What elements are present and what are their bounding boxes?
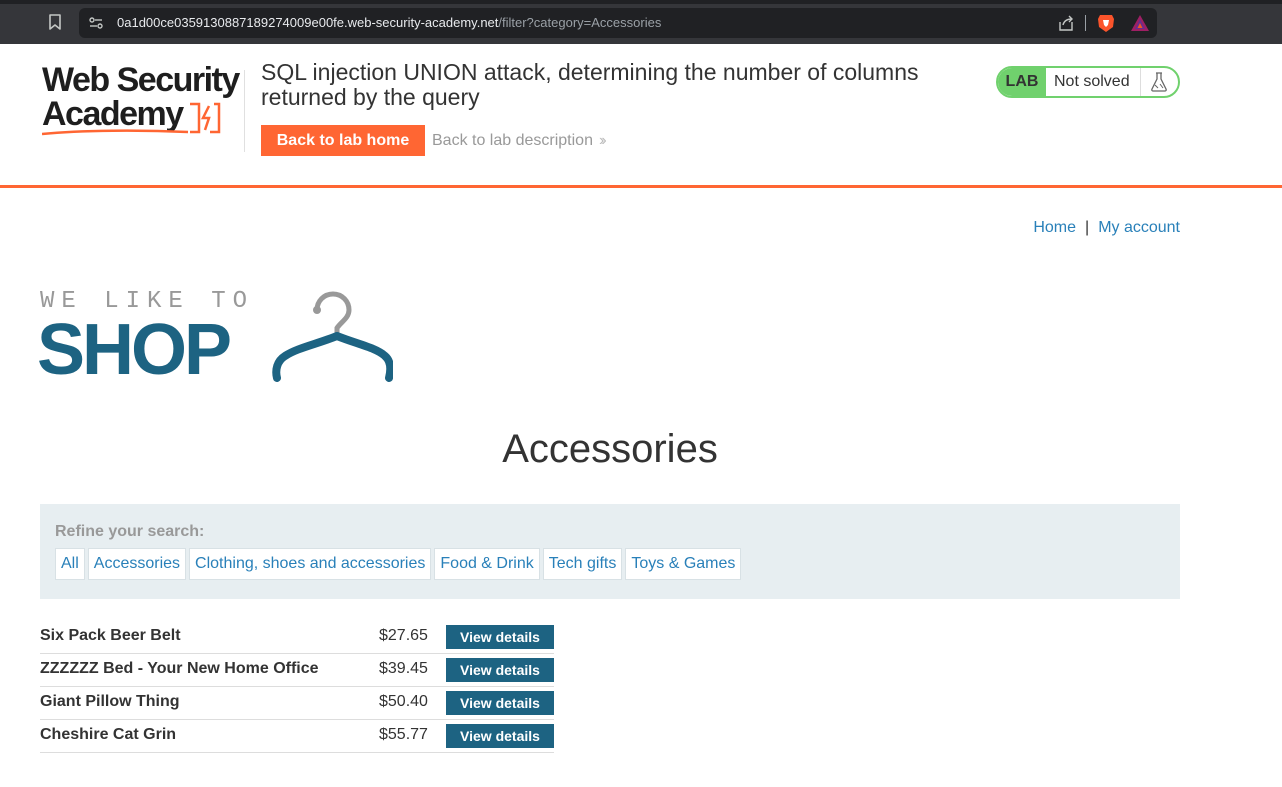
- double-chevron-right-icon: ››: [598, 132, 606, 149]
- lab-status-widget: LAB Not solved: [996, 66, 1180, 98]
- category-title: Accessories: [502, 427, 718, 471]
- product-name: Cheshire Cat Grin: [40, 726, 177, 743]
- back-to-lab-description-link[interactable]: Back to lab description ››: [432, 132, 606, 150]
- category-filter-toys-games[interactable]: Toys & Games: [625, 548, 742, 580]
- product-table: Six Pack Beer Belt $27.65 View details Z…: [40, 621, 554, 753]
- lab-badge: LAB: [998, 68, 1046, 96]
- view-details-button[interactable]: View details: [446, 691, 554, 715]
- tab-strip-edge: [0, 0, 1282, 4]
- browser-toolbar: 0a1d00ce0359130887189274009e00fe.web-sec…: [0, 0, 1282, 44]
- hanger-icon: [272, 291, 393, 382]
- shop-logo-word: SHOP: [37, 310, 232, 390]
- url-text[interactable]: 0a1d00ce0359130887189274009e00fe.web-sec…: [117, 15, 661, 30]
- category-filter-accessories[interactable]: Accessories: [87, 548, 187, 580]
- logo-line1: Web Security: [42, 61, 240, 99]
- category-filter-list: All Accessories Clothing, shoes and acce…: [55, 548, 742, 580]
- lab-status-text: Not solved: [1054, 73, 1130, 90]
- header-divider: [244, 70, 245, 152]
- top-navigation: Home | My account: [1033, 219, 1180, 237]
- product-name: Giant Pillow Thing: [40, 693, 180, 710]
- category-filter-clothing[interactable]: Clothing, shoes and accessories: [189, 548, 432, 580]
- product-price: $27.65: [379, 627, 428, 644]
- address-bar-divider: [1085, 15, 1086, 31]
- view-details-button[interactable]: View details: [446, 724, 554, 748]
- url-host: 0a1d00ce0359130887189274009e00fe.web-sec…: [117, 15, 499, 30]
- nav-separator: |: [1085, 219, 1090, 236]
- logo-underline: [42, 129, 189, 136]
- category-filter-all[interactable]: All: [55, 548, 85, 580]
- product-name: Six Pack Beer Belt: [40, 627, 181, 644]
- nav-my-account-link[interactable]: My account: [1098, 219, 1180, 236]
- brave-rewards-icon[interactable]: [1130, 14, 1150, 32]
- refine-label: Refine your search:: [55, 523, 205, 540]
- address-bar[interactable]: 0a1d00ce0359130887189274009e00fe.web-sec…: [79, 8, 1157, 38]
- academy-lab-header: Web Security Academy SQL injection UNION…: [0, 44, 1282, 188]
- lab-status-divider: [1140, 68, 1141, 96]
- filter-panel: Refine your search: All Accessories Clot…: [40, 504, 1180, 599]
- logo-bolt-icon: [190, 102, 221, 134]
- nav-home-link[interactable]: Home: [1033, 219, 1076, 236]
- share-icon[interactable]: [1057, 14, 1075, 32]
- flask-icon: [1151, 72, 1167, 92]
- product-price: $50.40: [379, 693, 428, 710]
- url-path: /filter?category=Accessories: [498, 15, 662, 30]
- product-price: $55.77: [379, 726, 428, 743]
- bookmark-icon[interactable]: [47, 13, 63, 31]
- logo-line2: Academy: [42, 95, 184, 133]
- view-details-button[interactable]: View details: [446, 625, 554, 649]
- table-row: Six Pack Beer Belt $27.65 View details: [40, 621, 554, 654]
- category-filter-food-drink[interactable]: Food & Drink: [434, 548, 540, 580]
- lab-title: SQL injection UNION attack, determining …: [261, 59, 919, 110]
- view-details-button[interactable]: View details: [446, 658, 554, 682]
- product-name: ZZZZZZ Bed - Your New Home Office: [40, 660, 319, 677]
- site-info-icon[interactable]: [88, 15, 104, 31]
- table-row: ZZZZZZ Bed - Your New Home Office $39.45…: [40, 654, 554, 687]
- brave-shields-icon[interactable]: [1097, 13, 1115, 33]
- back-to-lab-description-label: Back to lab description: [432, 132, 593, 149]
- shop-logo[interactable]: WE LIKE TO SHOP: [37, 288, 393, 388]
- category-filter-tech-gifts[interactable]: Tech gifts: [542, 548, 623, 580]
- back-to-lab-home-button[interactable]: Back to lab home: [261, 125, 425, 156]
- web-security-academy-logo[interactable]: Web Security Academy: [42, 62, 242, 138]
- table-row: Cheshire Cat Grin $55.77 View details: [40, 720, 554, 753]
- table-row: Giant Pillow Thing $50.40 View details: [40, 687, 554, 720]
- product-price: $39.45: [379, 660, 428, 677]
